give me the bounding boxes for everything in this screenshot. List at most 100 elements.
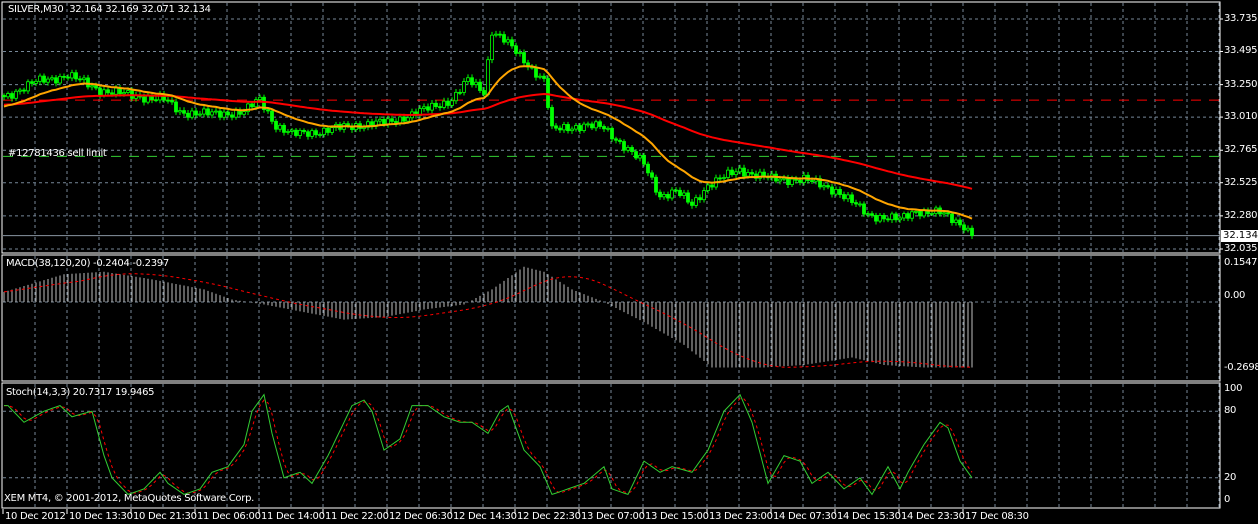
candle-body	[618, 139, 622, 142]
candle-body	[650, 172, 654, 178]
candle-body	[202, 108, 206, 115]
slow-moving-average-line	[3, 92, 973, 190]
candle-body	[62, 75, 66, 78]
candle-body	[842, 194, 846, 200]
chart-canvas[interactable]	[0, 0, 1258, 524]
macd-label: MACD(38,120,20) -0.2404 -0.2397	[6, 258, 169, 269]
candle-body	[590, 123, 594, 129]
candle-body	[290, 129, 294, 132]
candle-body	[46, 78, 50, 83]
candle-body	[90, 85, 94, 88]
close-value: 32.134	[177, 4, 211, 15]
candle-body	[710, 184, 714, 188]
candle-body	[954, 219, 958, 223]
candle-body	[966, 227, 970, 231]
sell-limit-order-label[interactable]: #12781436 sell limit	[8, 148, 107, 160]
candle-body	[250, 103, 254, 108]
candle-body	[94, 85, 98, 89]
candle-body	[226, 111, 230, 116]
candle-body	[882, 215, 886, 220]
candle-body	[886, 218, 890, 221]
candle-body	[682, 192, 686, 196]
candle-body	[426, 106, 430, 111]
candle-body	[646, 163, 650, 174]
time-axis-label: 13 Dec 15:00	[645, 511, 709, 522]
candle-body	[486, 59, 490, 95]
stoch-axis-label: 20	[1224, 471, 1237, 483]
candle-body	[266, 109, 270, 112]
candle-body	[170, 100, 174, 103]
candle-body	[578, 125, 582, 131]
candle-body	[402, 116, 406, 122]
candle-body	[126, 90, 130, 93]
candle-body	[42, 75, 46, 83]
candle-body	[298, 129, 302, 136]
candle-body	[218, 110, 222, 118]
candle-body	[830, 186, 834, 195]
candle-body	[270, 110, 274, 122]
candle-body	[942, 212, 946, 215]
candle-body	[950, 213, 954, 223]
time-axis-label: 10 Dec 13:30	[69, 511, 133, 522]
candle-body	[74, 72, 78, 80]
candle-body	[674, 189, 678, 192]
candle-body	[22, 89, 26, 92]
candle-body	[622, 141, 626, 151]
candle-body	[670, 189, 674, 199]
candle-body	[494, 33, 498, 36]
price-axis-label: 32.035	[1224, 243, 1258, 254]
candle-body	[142, 96, 146, 103]
candle-body	[634, 151, 638, 159]
candle-body	[314, 130, 318, 136]
time-axis-label: 14 Dec 23:30	[901, 511, 965, 522]
candle-body	[602, 126, 606, 130]
candle-body	[154, 99, 158, 102]
candle-body	[458, 91, 462, 94]
candle-body	[678, 189, 682, 196]
candle-body	[538, 75, 542, 78]
price-axis-label: 33.495	[1224, 45, 1258, 57]
candle-body	[694, 197, 698, 206]
candle-body	[166, 99, 170, 102]
time-axis-label: 10 Dec 21:30	[133, 511, 197, 522]
candle-body	[786, 177, 790, 186]
time-axis-label: 13 Dec 23:00	[709, 511, 773, 522]
candle-body	[258, 96, 262, 101]
candle-body	[286, 131, 290, 133]
candle-body	[450, 100, 454, 106]
candle-body	[194, 110, 198, 116]
candle-body	[506, 39, 510, 43]
candle-body	[310, 130, 314, 137]
candle-body	[462, 81, 466, 93]
candle-body	[174, 101, 178, 113]
candle-body	[958, 219, 962, 226]
candle-body	[26, 81, 30, 92]
candle-body	[186, 112, 190, 118]
candle-body	[318, 134, 322, 136]
candle-body	[750, 172, 754, 175]
candle-body	[738, 167, 742, 173]
candle-body	[574, 125, 578, 130]
candle-body	[390, 118, 394, 122]
macd-axis-label: -0.2698	[1224, 362, 1258, 373]
time-axis-label: 12 Dec 22:30	[517, 511, 581, 522]
candle-body	[406, 117, 410, 122]
candle-body	[822, 185, 826, 188]
symbol-label: SILVER,M30	[8, 4, 64, 15]
candle-body	[566, 124, 570, 132]
candle-body	[242, 111, 246, 115]
candle-body	[422, 106, 426, 109]
candle-body	[598, 121, 602, 127]
high-value: 32.169	[105, 4, 139, 15]
candle-body	[102, 89, 106, 96]
price-axis-label: 32.525	[1224, 176, 1258, 188]
candle-body	[38, 75, 42, 82]
candle-body	[222, 111, 226, 118]
candle-body	[150, 95, 154, 101]
candle-body	[378, 118, 382, 122]
candle-body	[698, 197, 702, 201]
candle-body	[114, 87, 118, 95]
candle-body	[846, 194, 850, 200]
candle-body	[722, 177, 726, 179]
candle-body	[542, 75, 546, 79]
